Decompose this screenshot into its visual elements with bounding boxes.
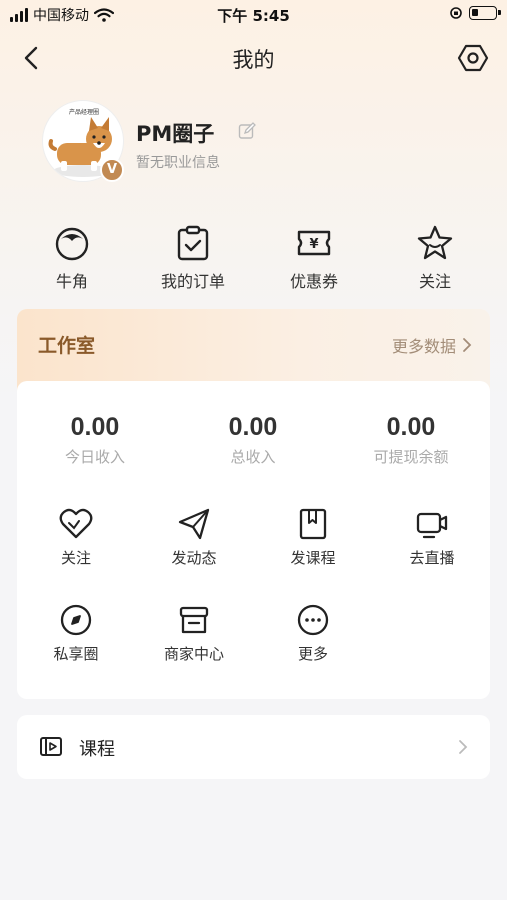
coupon-yen-icon: ¥	[297, 230, 331, 256]
status-bar: 中国移动 下午 5:45	[0, 0, 507, 30]
book-icon	[299, 508, 327, 540]
tool-label: 去直播	[409, 549, 455, 567]
quick-action-follow[interactable]: 关注	[385, 224, 485, 292]
chevron-right-icon	[459, 740, 468, 754]
stat-label: 可提现余额	[373, 448, 449, 466]
quick-action-label: 关注	[418, 272, 451, 291]
tool-label: 更多	[297, 645, 328, 663]
user-name: PM圈子	[136, 122, 215, 146]
tool-label: 发课程	[290, 549, 336, 567]
tool-merchant-center[interactable]: 商家中心	[139, 603, 249, 664]
quick-action-orders[interactable]: 我的订单	[143, 224, 243, 292]
compass-icon	[60, 604, 92, 636]
tool-post-update[interactable]: 发动态	[139, 507, 249, 568]
stat-today-income[interactable]: 0.00 今日收入	[15, 413, 175, 467]
video-play-icon	[40, 737, 62, 756]
status-right	[449, 6, 501, 20]
more-data-link[interactable]: 更多数据	[392, 333, 472, 357]
quick-action-label: 优惠券	[289, 272, 338, 291]
course-row[interactable]: 课程	[17, 715, 490, 779]
course-label: 课程	[79, 739, 115, 760]
nav-bar: 我的	[0, 36, 507, 80]
paper-plane-icon	[178, 508, 210, 540]
horn-circle-icon	[55, 227, 89, 261]
svg-text:¥: ¥	[309, 237, 318, 252]
tool-follow[interactable]: 关注	[21, 507, 131, 568]
avatar-caption: 产品经理圈	[68, 109, 99, 116]
tool-label: 私享圈	[53, 645, 99, 663]
stat-value: 0.00	[70, 413, 120, 441]
quick-action-coupons[interactable]: ¥ 优惠券	[264, 224, 364, 292]
stat-value: 0.00	[386, 413, 436, 441]
tool-go-live[interactable]: 去直播	[377, 507, 487, 568]
stat-label: 总收入	[230, 448, 276, 466]
studio-title: 工作室	[38, 335, 96, 357]
heart-icon	[59, 508, 93, 539]
tool-post-course[interactable]: 发课程	[258, 507, 368, 568]
quick-action-label: 我的订单	[160, 272, 225, 291]
profile-section: 产品经理圈 V PM圈子 暂无职业信息	[42, 100, 482, 190]
page-title: 我的	[232, 48, 275, 72]
settings-icon[interactable]	[457, 42, 489, 74]
store-icon	[179, 606, 209, 634]
quick-actions: 牛角 我的订单 ¥ 优惠券 关注	[0, 224, 507, 294]
more-data-label: 更多数据	[391, 337, 456, 356]
edit-icon[interactable]	[238, 122, 256, 140]
orientation-lock-icon	[450, 7, 462, 19]
clipboard-check-icon	[177, 225, 209, 261]
profile-subtitle: 暂无职业信息	[136, 155, 220, 171]
star-face-icon	[417, 225, 453, 260]
chevron-right-icon	[463, 338, 472, 352]
quick-action-horn[interactable]: 牛角	[22, 224, 122, 292]
stat-value: 0.00	[228, 413, 278, 441]
tool-more[interactable]: 更多	[258, 603, 368, 664]
quick-action-label: 牛角	[55, 272, 88, 291]
verified-badge: V	[100, 158, 124, 182]
tool-private-circle[interactable]: 私享圈	[21, 603, 131, 664]
studio-header: 工作室 更多数据	[17, 309, 490, 391]
stat-label: 今日收入	[64, 448, 125, 466]
tool-label: 关注	[60, 549, 91, 567]
tool-label: 商家中心	[163, 645, 224, 663]
more-dots-icon	[297, 604, 329, 636]
tool-label: 发动态	[171, 549, 217, 567]
video-camera-icon	[416, 512, 448, 539]
stat-withdrawable[interactable]: 0.00 可提现余额	[331, 413, 491, 467]
studio-card: 0.00 今日收入 0.00 总收入 0.00 可提现余额 关注 发动态 发课程	[17, 381, 490, 699]
status-time: 下午 5:45	[217, 7, 290, 25]
stat-total-income[interactable]: 0.00 总收入	[173, 413, 333, 467]
battery-icon	[469, 6, 501, 20]
